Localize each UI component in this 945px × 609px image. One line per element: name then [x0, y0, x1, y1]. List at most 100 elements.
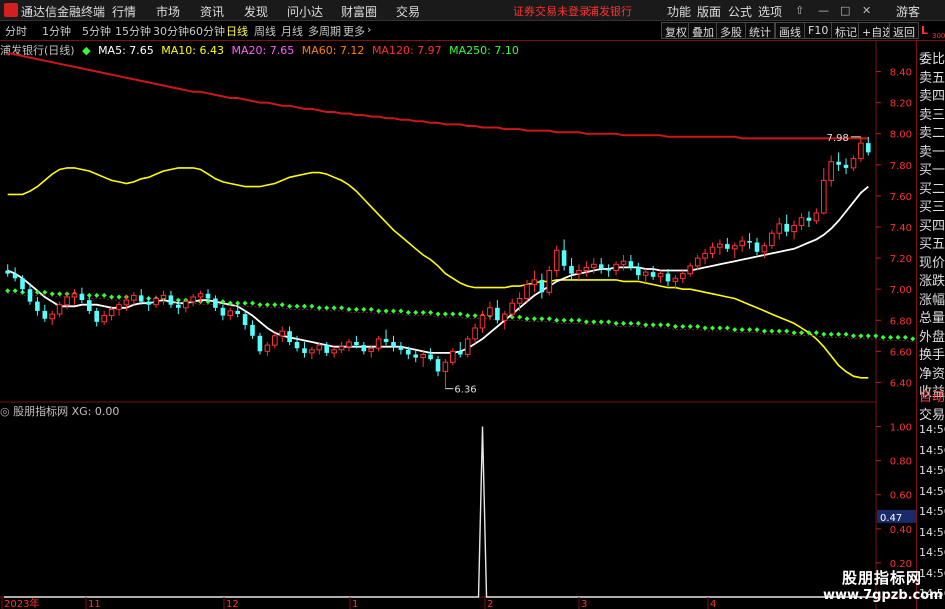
ma250-dot [465, 313, 471, 319]
xg-line [4, 426, 876, 598]
candle-body [806, 217, 812, 221]
tab-multi-period[interactable]: 多周期 [308, 23, 341, 39]
candle-body [250, 324, 255, 336]
tab-intraday[interactable]: 分时 [5, 23, 27, 39]
price-tick-label: 7.20 [890, 254, 912, 265]
menu-options[interactable]: 选项 [758, 3, 782, 20]
high-annotation: 7.98 [827, 133, 849, 144]
back-button[interactable]: 返回 [889, 22, 919, 39]
hide-icon[interactable]: ⇧ [795, 4, 804, 17]
ma250-dot [546, 316, 552, 322]
menu-discover[interactable]: 发现 [244, 3, 268, 20]
kline-chart[interactable]: 6.36 7.98 8.40 8.20 8.00 7.80 7.60 7.40 7.20 7.0… [0, 41, 916, 609]
candle-body [591, 263, 597, 268]
restore-rights-button[interactable]: 复权 [661, 22, 691, 39]
tab-weekly[interactable]: 周线 [254, 23, 276, 39]
panel-field-label: 卖三 [919, 107, 945, 123]
candle-body [294, 342, 300, 349]
panel-field-label: 委比 [919, 52, 945, 67]
panel-corner-sub: 300 [932, 32, 945, 40]
candle-body [583, 266, 590, 271]
menu-market[interactable]: 市场 [156, 3, 180, 20]
tab-30min[interactable]: 30分钟 [153, 23, 189, 39]
stats-button[interactable]: 统计 [745, 22, 775, 39]
candle-body [420, 354, 426, 359]
ma250-dot [450, 311, 456, 317]
candle-body [406, 349, 411, 355]
ma250-dot [405, 310, 411, 315]
menu-trade[interactable]: 交易 [396, 3, 420, 20]
candle-body [784, 223, 789, 232]
candle-body [116, 304, 122, 310]
menu-quotes[interactable]: 行情 [112, 3, 136, 20]
price-tick-label: 7.00 [890, 285, 912, 296]
candle-body [264, 344, 271, 352]
trade-label[interactable]: 交易 [919, 404, 945, 423]
ma250-dot [42, 289, 48, 295]
date-tick-label: 1 [352, 599, 358, 609]
draw-line-button[interactable]: 画线 [775, 22, 805, 39]
ma250-dot [672, 323, 678, 329]
ma250-dot [390, 308, 396, 314]
candle-body [309, 349, 315, 354]
ma250-dot [873, 333, 879, 339]
menu-ask[interactable]: 问小达 [287, 3, 323, 20]
tab-more[interactable]: 更多 [343, 23, 365, 39]
ma250-dot [242, 300, 248, 306]
maximize-icon[interactable]: □ [840, 4, 850, 17]
ma250-dot [576, 317, 582, 323]
tab-15min[interactable]: 15分钟 [115, 23, 151, 39]
candle-body [197, 293, 204, 298]
tab-1min[interactable]: 1分钟 [42, 23, 71, 39]
ma250-dot [517, 314, 523, 320]
chevron-right-icon[interactable]: › [367, 23, 371, 36]
candle-body [561, 250, 567, 266]
tab-daily[interactable]: 日线 [226, 23, 248, 39]
mark-button[interactable]: 标记 [831, 22, 861, 39]
candle-body [361, 345, 367, 352]
menu-function[interactable]: 功能 [667, 3, 691, 20]
candle-body [539, 279, 545, 293]
ma250-dot [287, 303, 293, 309]
ma250-dot [324, 305, 330, 311]
multi-stock-button[interactable]: 多股 [716, 22, 746, 39]
candle-body [442, 361, 449, 373]
ma250-dot [57, 291, 63, 297]
tab-5min[interactable]: 5分钟 [82, 23, 111, 39]
menu-wealth[interactable]: 财富圈 [341, 3, 377, 20]
minimize-icon[interactable]: — [818, 4, 829, 17]
tab-monthly[interactable]: 月线 [281, 23, 303, 39]
date-axis: 2023年 11 12 1 2 3 4 [1, 597, 716, 609]
candle-body [502, 313, 508, 321]
settings-gear-icon[interactable]: ◎ [0, 405, 10, 418]
candle-body [665, 273, 671, 282]
ma250-dot [257, 302, 263, 308]
menu-news[interactable]: 资讯 [200, 3, 224, 20]
ma250-dot [717, 325, 723, 331]
quote-side-panel: 委比 卖五 卖四 卖三 卖二 卖一 买一 买二 买三 买四 买五 现价 涨跌 涨幅 总量 外盘 换手 净资 收益 自动… [916, 41, 945, 609]
app-title: 通达信金融终端 [21, 5, 106, 19]
menu-formula[interactable]: 公式 [728, 3, 752, 20]
xg-tick-label: 0.60 [890, 491, 912, 502]
candle-body [657, 273, 664, 278]
menu-layout[interactable]: 版面 [697, 3, 721, 20]
auto-trade-toggle[interactable]: 自动 [919, 386, 945, 405]
xg-indicator: 1.000.800.600.400.200.47 [4, 423, 916, 598]
ma250-dot [836, 331, 842, 337]
candle-body [776, 223, 783, 234]
login-status[interactable]: 证券交易未登录 [513, 3, 590, 19]
tab-60min[interactable]: 60分钟 [189, 23, 225, 39]
candle-body [732, 245, 738, 250]
close-icon[interactable]: ✕ [862, 4, 871, 17]
candle-body [791, 224, 797, 233]
guest-label[interactable]: 游客 [896, 3, 920, 20]
ma250-dot [813, 330, 819, 336]
ma250-dot [888, 334, 894, 340]
candle-body [235, 310, 240, 314]
overlay-button[interactable]: 叠加 [688, 22, 718, 39]
candle-body [821, 179, 827, 214]
candlesticks: 6.36 7.98 [5, 133, 871, 396]
f10-button[interactable]: F10 [804, 22, 833, 39]
candle-body [576, 270, 582, 275]
candle-body [316, 344, 323, 351]
